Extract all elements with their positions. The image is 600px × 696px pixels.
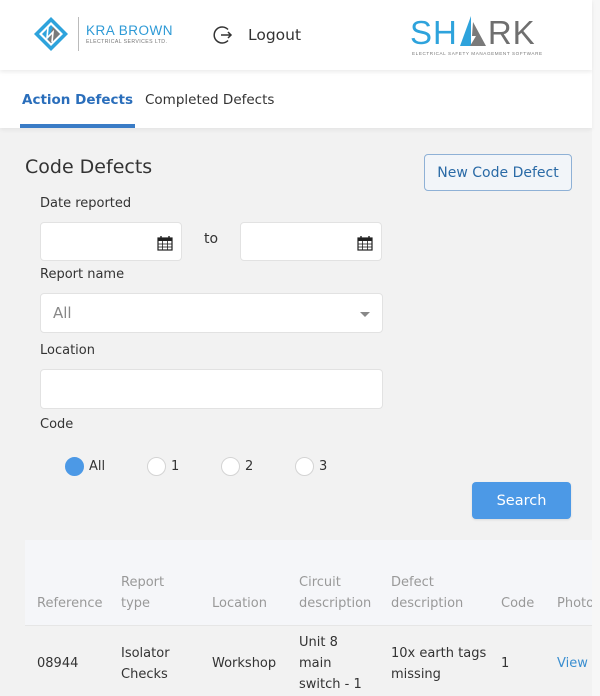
radio-checked-icon xyxy=(65,456,84,476)
company-subtitle: ELECTRICAL SERVICES LTD. xyxy=(86,39,168,45)
code-radio-1[interactable]: 1 xyxy=(147,456,179,476)
logo-divider xyxy=(78,17,79,51)
company-logo-mark-icon xyxy=(34,17,68,51)
product-logo: SH RK ELECTRICAL SAFETY MANAGEMENT SOFTWA… xyxy=(410,14,570,58)
product-logo-text-grey: RK xyxy=(487,14,536,51)
view-photo-link[interactable]: View xyxy=(557,653,588,674)
column-header-photo[interactable]: Photo xyxy=(557,593,594,614)
code-radio-label: 1 xyxy=(171,458,180,474)
column-header-defect-description[interactable]: Defect description xyxy=(391,572,481,614)
report-name-select[interactable]: All xyxy=(40,293,383,333)
app-header: KRA BROWN ELECTRICAL SERVICES LTD. Logou… xyxy=(0,0,592,70)
shark-fin-icon xyxy=(459,16,486,46)
page: KRA BROWN ELECTRICAL SERVICES LTD. Logou… xyxy=(0,0,600,696)
location-label: Location xyxy=(40,343,95,358)
radio-unchecked-icon xyxy=(295,456,314,476)
report-name-label: Report name xyxy=(40,267,125,282)
company-logo[interactable]: KRA BROWN ELECTRICAL SERVICES LTD. xyxy=(30,13,180,55)
cell-defect-description: 10x earth tags missing xyxy=(391,646,487,682)
report-name-selected-value: All xyxy=(53,304,72,322)
table-row[interactable]: 08944 Isolator Checks Workshop Unit 8 ma… xyxy=(25,626,600,696)
logout-label: Logout xyxy=(248,26,302,44)
radio-unchecked-icon xyxy=(147,456,166,476)
calendar-icon[interactable] xyxy=(357,235,373,251)
tab-completed-defects[interactable]: Completed Defects xyxy=(145,70,274,128)
search-button[interactable]: Search xyxy=(472,482,571,519)
logout-button[interactable]: Logout xyxy=(212,22,301,48)
defects-table: Reference Report type Location Circuit des… xyxy=(25,540,600,696)
cell-reference: 08944 xyxy=(37,656,79,671)
column-header-circuit-description[interactable]: Circuit description xyxy=(299,572,384,614)
column-header-reference[interactable]: Reference xyxy=(37,593,102,614)
cell-location: Workshop xyxy=(212,656,277,671)
page-title: Code Defects xyxy=(25,156,153,178)
location-input[interactable] xyxy=(40,369,383,409)
scrollbar-track[interactable] xyxy=(592,0,600,696)
logout-icon xyxy=(213,26,233,44)
calendar-icon[interactable] xyxy=(157,235,173,251)
column-header-location[interactable]: Location xyxy=(212,593,267,614)
column-header-report-type[interactable]: Report type xyxy=(121,572,201,614)
cell-code: 1 xyxy=(501,656,510,671)
cell-report-type: Isolator Checks xyxy=(121,646,170,682)
date-range-to-label: to xyxy=(204,231,219,247)
cell-circuit-description: Unit 8 main switch - 1 xyxy=(299,635,362,692)
code-radio-label: All xyxy=(89,458,106,474)
column-header-code[interactable]: Code xyxy=(501,593,534,614)
code-radio-label: 3 xyxy=(319,458,328,474)
chevron-down-icon xyxy=(360,312,370,317)
product-logo-text-blue: SH xyxy=(410,14,458,51)
company-name: KRA BROWN xyxy=(86,23,174,38)
radio-unchecked-icon xyxy=(221,456,240,476)
product-logo-text: SH RK xyxy=(410,14,536,52)
code-radio-label: 2 xyxy=(245,458,254,474)
code-radio-2[interactable]: 2 xyxy=(221,456,253,476)
code-radio-3[interactable]: 3 xyxy=(295,456,327,476)
product-logo-subtitle: ELECTRICAL SAFETY MANAGEMENT SOFTWARE xyxy=(412,51,543,56)
tab-action-defects[interactable]: Action Defects xyxy=(20,70,135,128)
defect-tabs: Action Defects Completed Defects xyxy=(0,70,592,128)
new-code-defect-button[interactable]: New Code Defect xyxy=(424,154,572,191)
table-header: Reference Report type Location Circuit des… xyxy=(25,540,600,626)
code-label: Code xyxy=(40,417,74,432)
code-radio-all[interactable]: All xyxy=(65,456,105,476)
date-reported-label: Date reported xyxy=(40,196,132,211)
